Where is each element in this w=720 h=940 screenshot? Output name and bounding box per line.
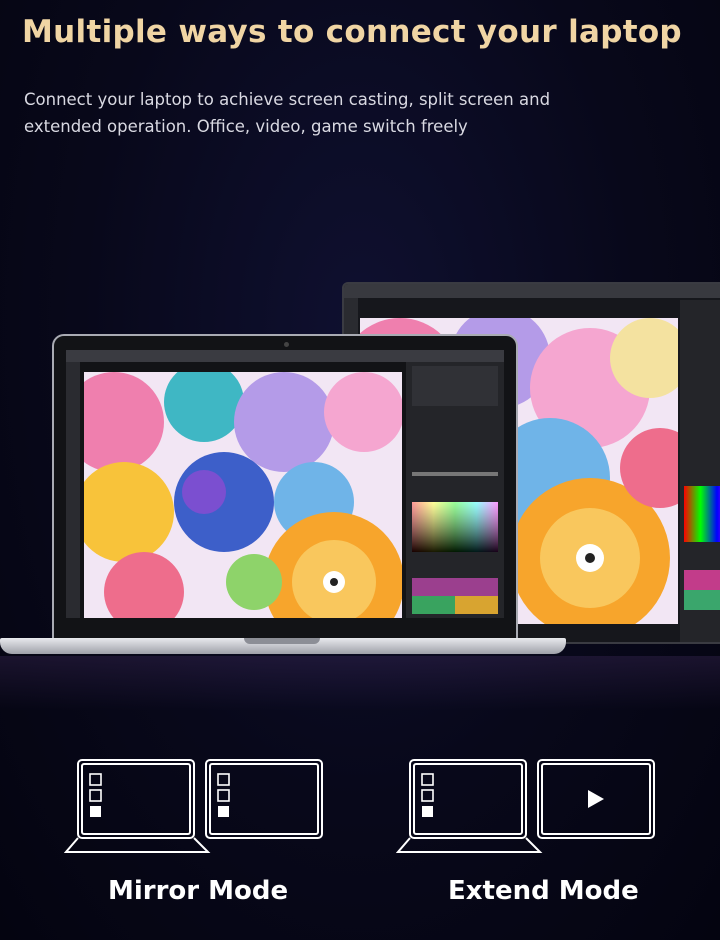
laptop-toolbar <box>66 350 504 362</box>
camera-icon <box>284 342 289 347</box>
page-title: Multiple ways to connect your laptop <box>22 14 682 50</box>
monitor-toolbar <box>344 284 720 298</box>
laptop-screen <box>52 334 518 644</box>
product-hero-image <box>0 270 720 710</box>
mirror-mode-icon <box>64 759 323 853</box>
page-description: Connect your laptop to achieve screen ca… <box>24 90 551 136</box>
coral-artwork-small <box>84 372 402 618</box>
laptop-side-panel <box>406 362 504 618</box>
monitor-color-panel <box>684 486 720 610</box>
monitor-side-panel <box>680 300 720 642</box>
play-icon <box>588 790 604 808</box>
laptop-tool-strip <box>66 362 80 618</box>
laptop-color-panel <box>412 366 498 614</box>
floor-reflection <box>0 656 720 710</box>
mirror-mode-label: Mirror Mode <box>108 876 289 906</box>
laptop-notch <box>244 638 320 644</box>
laptop-artwork <box>84 372 402 618</box>
extend-mode-icon <box>396 759 655 853</box>
extend-mode-label: Extend Mode <box>448 876 639 906</box>
